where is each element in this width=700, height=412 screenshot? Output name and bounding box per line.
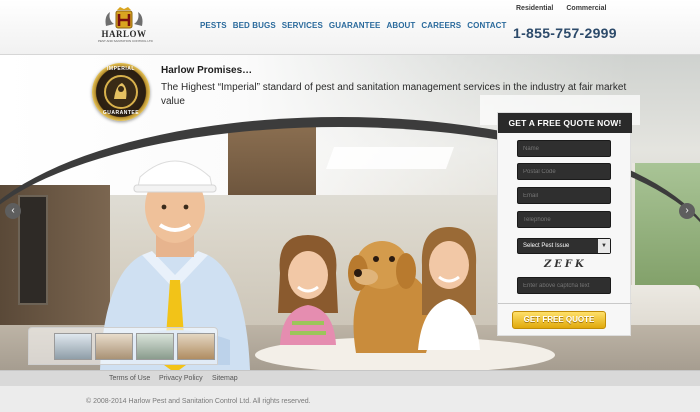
logo[interactable]: HARLOW PEST AND SANITATION CONTROL LTD	[98, 6, 153, 48]
sitemap-link[interactable]: Sitemap	[212, 375, 238, 382]
logo-tagline: PEST AND SANITATION CONTROL LTD	[98, 39, 153, 43]
nav-guarantee[interactable]: GUARANTEE	[329, 21, 381, 30]
pest-issue-select[interactable]: Select Pest Issue ▼	[517, 238, 611, 254]
badge-crest-icon	[104, 75, 138, 109]
postal-code-field[interactable]	[517, 163, 611, 180]
chevron-left-icon: ‹	[11, 205, 15, 216]
girl-image-2	[418, 227, 480, 350]
main-nav: PESTS BED BUGS SERVICES GUARANTEE ABOUT …	[200, 21, 506, 30]
slide-thumb-3[interactable]	[136, 333, 174, 360]
name-field[interactable]	[517, 140, 611, 157]
top-links: Residential Commercial	[516, 5, 606, 12]
badge-top-text: IMPERIAL	[107, 66, 135, 72]
nav-pests[interactable]: PESTS	[200, 21, 227, 30]
slide-thumbnails	[28, 327, 218, 365]
chevron-down-icon: ▼	[598, 239, 610, 253]
privacy-link[interactable]: Privacy Policy	[159, 375, 203, 382]
nav-careers[interactable]: CAREERS	[421, 21, 461, 30]
prev-slide-button[interactable]: ‹	[5, 203, 21, 219]
residential-link[interactable]: Residential	[516, 5, 553, 12]
pest-issue-select-value: Select Pest Issue	[523, 243, 570, 249]
girl-image	[278, 235, 338, 345]
nav-contact[interactable]: CONTACT	[467, 21, 506, 30]
footer-links: Terms of Use Privacy Policy Sitemap	[0, 370, 700, 386]
quote-form-heading: GET A FREE QUOTE NOW!	[498, 113, 632, 133]
telephone-field[interactable]	[517, 211, 611, 228]
commercial-link[interactable]: Commercial	[566, 5, 606, 12]
promise-text: The Highest “Imperial” standard of pest …	[161, 82, 627, 107]
terms-link[interactable]: Terms of Use	[109, 375, 150, 382]
promise-title: Harlow Promises…	[161, 65, 253, 76]
free-quote-form: GET A FREE QUOTE NOW! Select Pest Issue …	[497, 112, 632, 336]
captcha-image: ZEFK	[544, 259, 587, 270]
nav-bed-bugs[interactable]: BED BUGS	[233, 21, 276, 30]
logo-word: HARLOW	[101, 29, 147, 39]
slide-thumb-4[interactable]	[177, 333, 215, 360]
captcha-field[interactable]	[517, 277, 611, 294]
get-free-quote-button[interactable]: GET FREE QUOTE	[512, 311, 606, 329]
slide-thumb-2[interactable]	[95, 333, 133, 360]
nav-services[interactable]: SERVICES	[282, 21, 323, 30]
phone-number[interactable]: 1-855-757-2999	[513, 25, 617, 41]
hero-banner: IMPERIAL GUARANTEE Harlow Promises… The …	[0, 55, 700, 370]
imperial-guarantee-badge: IMPERIAL GUARANTEE	[92, 63, 150, 121]
site-header: HARLOW PEST AND SANITATION CONTROL LTD P…	[0, 0, 700, 55]
email-field[interactable]	[517, 187, 611, 204]
copyright-text: © 2008-2014 Harlow Pest and Sanitation C…	[86, 398, 311, 405]
slide-thumb-1[interactable]	[54, 333, 92, 360]
next-slide-button[interactable]: ›	[679, 203, 695, 219]
form-divider	[498, 303, 632, 304]
logo-crest-icon	[105, 7, 143, 29]
nav-about[interactable]: ABOUT	[386, 21, 415, 30]
chevron-right-icon: ›	[685, 205, 689, 216]
